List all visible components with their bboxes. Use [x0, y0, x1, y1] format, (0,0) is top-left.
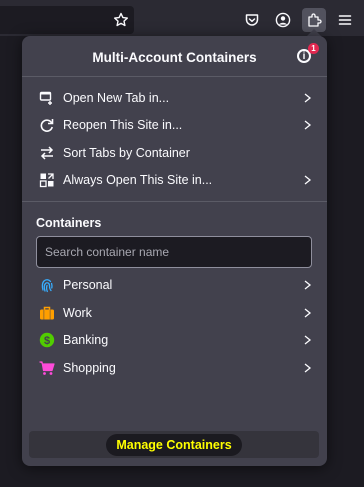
- container-item-shopping[interactable]: Shopping: [30, 355, 320, 381]
- container-item-label: Personal: [63, 278, 113, 292]
- manage-containers-label: Manage Containers: [106, 433, 242, 456]
- pocket-icon[interactable]: [240, 8, 264, 32]
- containers-heading: Containers: [36, 216, 102, 230]
- chevron-right-icon: [302, 335, 312, 345]
- menu-item-open-new-tab[interactable]: Open New Tab in...: [30, 85, 320, 111]
- containers-panel: Multi-Account Containers i 1 Open New Ta…: [22, 36, 327, 466]
- container-item-personal[interactable]: Personal: [30, 272, 320, 298]
- svg-text:$: $: [44, 335, 50, 347]
- panel-title: Multi-Account Containers: [92, 50, 257, 65]
- new-tab-icon: [39, 90, 55, 106]
- manage-containers-button[interactable]: Manage Containers: [29, 431, 319, 458]
- container-item-label: Work: [63, 306, 92, 320]
- menu-item-label: Always Open This Site in...: [63, 173, 213, 187]
- notification-badge: 1: [308, 43, 319, 54]
- bookmark-star-icon[interactable]: [109, 8, 133, 32]
- cart-icon: [39, 360, 55, 376]
- section-divider: [22, 201, 327, 202]
- menu-item-sort-tabs[interactable]: Sort Tabs by Container: [30, 140, 320, 166]
- chevron-right-icon: [302, 280, 312, 290]
- chevron-right-icon: [302, 120, 312, 130]
- always-open-icon: [39, 172, 55, 188]
- container-item-label: Shopping: [63, 361, 116, 375]
- sort-icon: [39, 145, 55, 161]
- dollar-icon: $: [39, 332, 55, 348]
- chevron-right-icon: [302, 175, 312, 185]
- container-item-label: Banking: [63, 333, 109, 347]
- container-item-work[interactable]: Work: [30, 300, 320, 326]
- header-divider: [22, 76, 327, 77]
- menu-item-always-open[interactable]: Always Open This Site in...: [30, 167, 320, 193]
- account-icon[interactable]: [271, 8, 295, 32]
- info-button[interactable]: i 1: [296, 43, 319, 66]
- chevron-right-icon: [302, 93, 312, 103]
- chevron-right-icon: [302, 308, 312, 318]
- app-menu-icon[interactable]: [333, 8, 357, 32]
- chevron-right-icon: [302, 363, 312, 373]
- briefcase-icon: [39, 305, 55, 321]
- menu-item-label: Open New Tab in...: [63, 91, 170, 105]
- container-search-input[interactable]: [36, 236, 312, 268]
- reopen-icon: [39, 117, 55, 133]
- menu-item-reopen-site[interactable]: Reopen This Site in...: [30, 112, 320, 138]
- container-item-banking[interactable]: $ Banking: [30, 327, 320, 353]
- menu-item-label: Sort Tabs by Container: [63, 146, 190, 160]
- fingerprint-icon: [39, 277, 55, 293]
- menu-item-label: Reopen This Site in...: [63, 118, 183, 132]
